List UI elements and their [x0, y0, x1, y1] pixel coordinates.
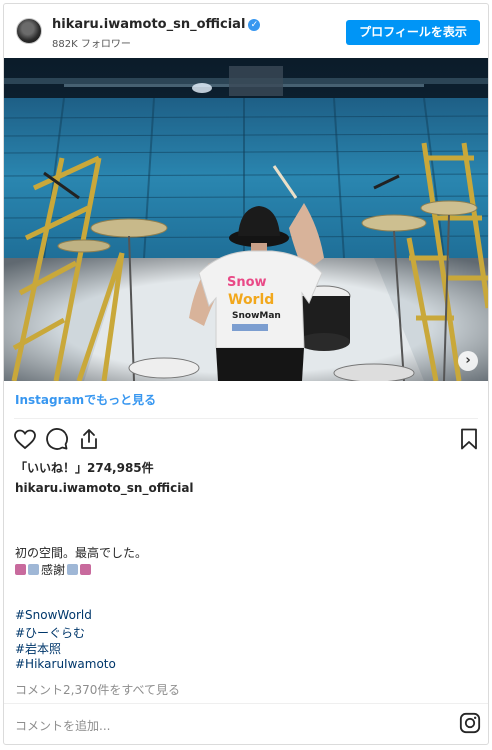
emoji-icon [80, 564, 92, 575]
verified-badge-icon: ✓ [248, 19, 261, 31]
heart-icon[interactable] [13, 427, 37, 451]
follower-count: 882K フォロワー [52, 39, 131, 50]
hashtag-link[interactable]: #HikaruIwamoto [15, 657, 116, 671]
chevron-right-icon[interactable]: › [458, 351, 478, 371]
caption-line-1: 初の空間。最高でした。 [15, 546, 148, 560]
instagram-embed-card: hikaru.iwamoto_sn_official ✓ 882K フォロワー プ… [3, 3, 489, 745]
post-header: hikaru.iwamoto_sn_official ✓ 882K フォロワー プ… [4, 4, 488, 58]
view-more-on-instagram-link[interactable]: Instagramでもっと見る [15, 391, 156, 408]
comment-icon[interactable] [45, 427, 69, 451]
emoji-icon [15, 564, 26, 575]
hashtag-link[interactable]: #SnowWorld [15, 608, 92, 622]
view-all-comments-link[interactable]: コメント2,370件をすべて見る [15, 681, 180, 698]
post-photo[interactable]: Snow World SnowMan › [4, 58, 488, 381]
stadium-drummer-image: Snow World SnowMan [4, 58, 488, 381]
header-username[interactable]: hikaru.iwamoto_sn_official ✓ [52, 17, 261, 32]
like-count[interactable]: 「いいね！」274,985件 [15, 459, 154, 476]
shirt-print-snowman: SnowMan [232, 311, 281, 321]
bookmark-icon[interactable] [457, 427, 481, 451]
emoji-icon [28, 564, 39, 575]
view-profile-button[interactable]: プロフィールを表示 [346, 20, 480, 45]
add-comment-input[interactable]: コメントを追加... [15, 717, 110, 734]
shirt-print-world: World [228, 292, 274, 308]
instagram-icon[interactable] [459, 712, 481, 734]
hashtag-link[interactable]: #岩本照 [15, 640, 61, 657]
header-username-text[interactable]: hikaru.iwamoto_sn_official [52, 17, 245, 32]
caption-username[interactable]: hikaru.iwamoto_sn_official [15, 481, 194, 495]
divider [4, 703, 488, 704]
divider [14, 418, 478, 419]
hashtag-link[interactable]: #ひーぐらむ [15, 624, 85, 641]
shirt-print-snow: Snow [227, 275, 267, 290]
action-bar [4, 424, 488, 456]
avatar[interactable] [16, 18, 42, 44]
share-icon[interactable] [77, 427, 101, 451]
caption-line-2: 感謝 [15, 561, 93, 578]
emoji-icon [67, 564, 79, 575]
caption-thanks-text: 感謝 [41, 563, 66, 577]
